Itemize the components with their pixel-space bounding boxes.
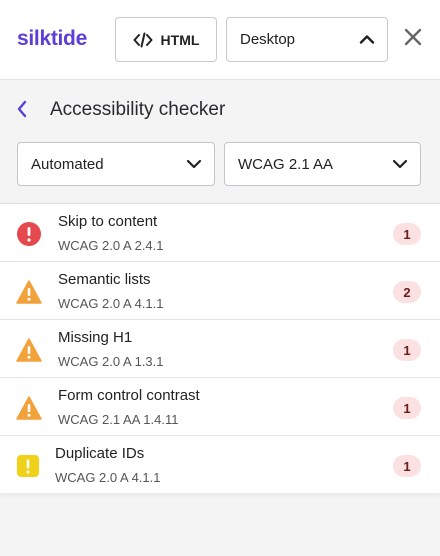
issue-name: Skip to content [58, 213, 158, 230]
issue-count-badge: 1 [393, 339, 421, 361]
top-bar: silktide HTML Desktop [0, 0, 440, 80]
issue-item[interactable]: Semantic lists WCAG 2.0 A 4.1.1 2 [0, 262, 440, 320]
issue-reference: WCAG 2.0 A 4.1.1 [58, 296, 164, 311]
close-icon [404, 28, 422, 51]
error-icon [16, 221, 42, 247]
chevron-left-icon [16, 100, 28, 123]
chevron-up-icon [359, 31, 375, 48]
warning-icon [16, 337, 42, 363]
code-icon [133, 32, 153, 48]
standard-select-value: WCAG 2.1 AA [238, 155, 334, 173]
view-select[interactable]: Desktop [226, 17, 388, 62]
issue-item[interactable]: Skip to content WCAG 2.0 A 2.4.1 1 [0, 204, 440, 262]
issue-list: Skip to content WCAG 2.0 A 2.4.1 1 Seman… [0, 203, 440, 493]
back-button[interactable] [16, 100, 30, 122]
issue-reference: WCAG 2.0 A 2.4.1 [58, 238, 164, 253]
notice-icon [16, 453, 42, 479]
issue-item[interactable]: Form control contrast WCAG 2.1 AA 1.4.11… [0, 378, 440, 436]
issue-reference: WCAG 2.0 A 4.1.1 [55, 470, 161, 485]
issue-count-badge: 1 [393, 397, 421, 419]
html-button[interactable]: HTML [115, 17, 217, 62]
page-title: Accessibility checker [50, 99, 226, 120]
chevron-down-icon [186, 156, 202, 173]
standard-select[interactable]: WCAG 2.1 AA [224, 142, 421, 186]
issue-reference: WCAG 2.0 A 1.3.1 [58, 354, 164, 369]
warning-icon [16, 279, 42, 305]
view-select-value: Desktop [240, 31, 296, 48]
mode-select-value: Automated [31, 155, 104, 173]
silktide-logo[interactable]: silktide [17, 27, 87, 51]
issue-count-badge: 1 [393, 455, 421, 477]
issue-item[interactable]: Duplicate IDs WCAG 2.0 A 4.1.1 1 [0, 436, 440, 493]
issue-count-badge: 1 [393, 223, 421, 245]
issue-name: Duplicate IDs [55, 445, 145, 462]
issue-reference: WCAG 2.1 AA 1.4.11 [58, 412, 179, 427]
mode-select[interactable]: Automated [17, 142, 215, 186]
issue-name: Semantic lists [58, 271, 151, 288]
issue-item[interactable]: Missing H1 WCAG 2.0 A 1.3.1 1 [0, 320, 440, 378]
issue-name: Form control contrast [58, 387, 200, 404]
warning-icon [16, 395, 42, 421]
html-button-label: HTML [160, 31, 200, 48]
issue-name: Missing H1 [58, 329, 133, 346]
issue-count-badge: 2 [393, 281, 421, 303]
chevron-down-icon [392, 156, 408, 173]
close-button[interactable] [402, 28, 424, 50]
